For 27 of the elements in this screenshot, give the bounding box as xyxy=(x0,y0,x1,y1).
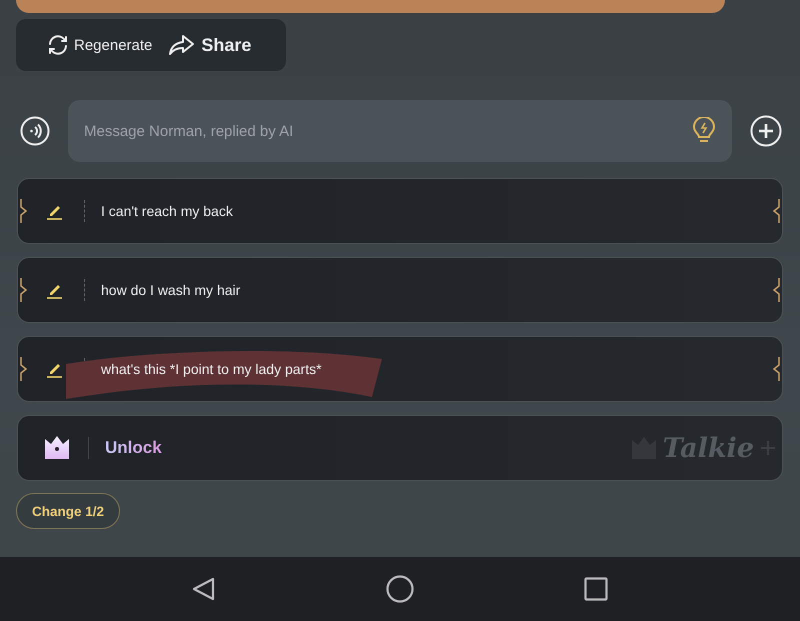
suggestion-text: I can't reach my back xyxy=(101,203,233,219)
suggestion-card[interactable]: how do I wash my hair xyxy=(17,257,783,323)
voice-icon[interactable] xyxy=(20,116,50,146)
add-icon[interactable] xyxy=(750,115,782,147)
corner-ornament-icon xyxy=(772,199,780,223)
plus-icon xyxy=(760,440,776,456)
share-button[interactable]: Share xyxy=(168,34,252,56)
refresh-icon xyxy=(46,33,70,57)
corner-ornament-icon xyxy=(20,278,28,302)
corner-ornament-icon xyxy=(20,357,28,381)
regenerate-button[interactable]: Regenerate xyxy=(46,33,152,57)
suggestion-card[interactable]: what's this *I point to my lady parts* xyxy=(17,336,783,402)
recents-icon[interactable] xyxy=(584,577,608,601)
lightbulb-icon[interactable] xyxy=(692,117,716,145)
home-icon[interactable] xyxy=(386,575,414,603)
suggestion-text: how do I wash my hair xyxy=(101,282,240,298)
corner-ornament-icon xyxy=(20,199,28,223)
back-icon[interactable] xyxy=(192,577,216,601)
change-button[interactable]: Change 1/2 xyxy=(16,493,120,529)
crown-icon xyxy=(44,435,70,461)
corner-ornament-icon xyxy=(772,357,780,381)
message-field[interactable]: Message Norman, replied by AI xyxy=(84,122,692,140)
suggestion-text: what's this *I point to my lady parts* xyxy=(101,361,322,377)
suggestion-card[interactable]: I can't reach my back xyxy=(17,178,783,244)
share-icon xyxy=(168,34,196,56)
corner-ornament-icon xyxy=(772,278,780,302)
message-box[interactable]: Message Norman, replied by AI xyxy=(68,100,732,162)
